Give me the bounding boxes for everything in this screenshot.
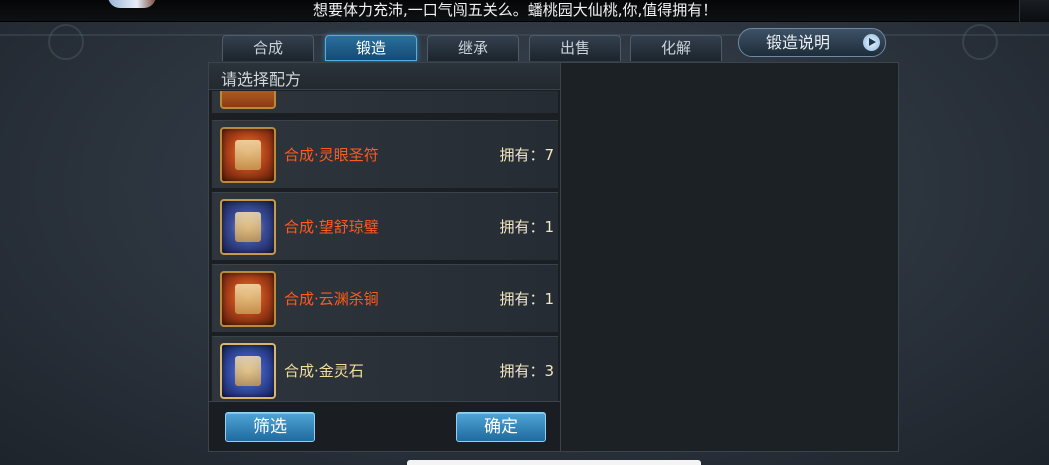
gold-stone-scroll-icon <box>220 343 276 399</box>
play-arrow-icon <box>863 34 880 51</box>
recipe-panel-title: 请选择配方 <box>221 70 302 89</box>
recipe-panel-header: 请选择配方 <box>209 63 560 90</box>
forge-detail-panel <box>561 62 899 452</box>
confirm-button[interactable]: 确定 <box>456 412 546 442</box>
announcement-text: 想要体力充沛,一口气闯五关么。蟠桃园大仙桃,你,值得拥有！ <box>313 1 718 19</box>
tab-inherit[interactable]: 继承 <box>427 35 519 61</box>
recipe-list[interactable]: 合成·灵眼圣符 拥有：7 合成·望舒琼璧 拥有：1 合成·云渊杀锏 拥有：1 合… <box>209 91 560 401</box>
list-item[interactable]: 合成·灵眼圣符 拥有：7 <box>212 120 558 188</box>
jade-scroll-icon <box>220 199 276 255</box>
scroll-icon <box>220 91 276 109</box>
mace-scroll-icon <box>220 271 276 327</box>
recipe-panel: 请选择配方 合成·灵眼圣符 拥有：7 合成·望舒琼璧 拥有：1 合成·云渊杀锏 … <box>208 62 561 452</box>
tab-dissolve[interactable]: 化解 <box>630 35 722 61</box>
talisman-scroll-icon <box>220 127 276 183</box>
recipe-name: 合成·云渊杀锏 <box>284 290 379 308</box>
recipe-name: 合成·金灵石 <box>284 362 364 380</box>
frame-divider <box>0 34 1049 36</box>
list-item[interactable]: 合成·云渊杀锏 拥有：1 <box>212 264 558 332</box>
filter-button[interactable]: 筛选 <box>225 412 315 442</box>
recipe-panel-footer: 筛选 确定 <box>209 401 560 451</box>
recipe-name: 合成·灵眼圣符 <box>284 146 379 164</box>
forge-help-button[interactable]: 锻造说明 <box>738 28 886 57</box>
recipe-name: 合成·望舒琼璧 <box>284 218 379 236</box>
recipe-owned-count: 拥有：7 <box>499 146 554 164</box>
announcement-bar: 想要体力充沛,一口气闯五关么。蟠桃园大仙桃,你,值得拥有！ <box>0 0 1049 22</box>
recipe-owned-count: 拥有：3 <box>499 362 554 380</box>
recipe-owned-count: 拥有：1 <box>499 290 554 308</box>
swirl-ornament-icon <box>48 24 84 60</box>
avatar[interactable] <box>108 0 156 8</box>
tab-forge[interactable]: 锻造 <box>325 35 417 61</box>
list-item[interactable]: 合成·金灵石 拥有：3 <box>212 336 558 401</box>
home-indicator <box>407 460 701 465</box>
list-item[interactable]: 合成·望舒琼璧 拥有：1 <box>212 192 558 260</box>
tab-synthesize[interactable]: 合成 <box>222 35 314 61</box>
recipe-owned-count: 拥有：1 <box>499 218 554 236</box>
forge-help-label: 锻造说明 <box>766 33 831 52</box>
swirl-ornament-icon <box>962 24 998 60</box>
list-item[interactable] <box>212 91 558 113</box>
corner-ornament <box>1019 0 1049 22</box>
tab-sell[interactable]: 出售 <box>529 35 621 61</box>
